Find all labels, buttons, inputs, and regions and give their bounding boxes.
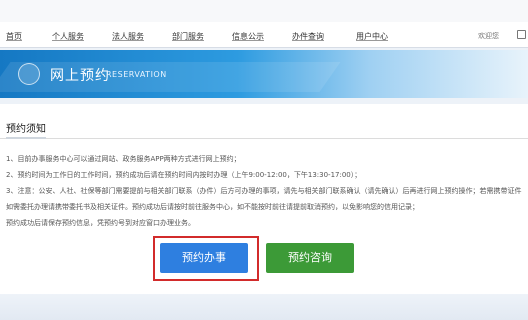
nav-item-legal[interactable]: 法人服务: [112, 31, 144, 42]
nav-item-home[interactable]: 首页: [6, 31, 22, 42]
nav-item-user-center[interactable]: 用户中心: [356, 31, 388, 42]
notice-line-2: 2、预约时间为工作日的工作时间，预约成功后请在预约时间内按时办理（上午9:00-…: [6, 171, 362, 179]
nav-item-query[interactable]: 办件查询: [292, 31, 324, 42]
notice-line-3: 3、注意：公安、人社、社保等部门需要提前与相关部门联系（办件）后方可办理的事项，…: [6, 187, 522, 195]
notice-line-5: 预约成功后请保存预约信息，凭预约号到对应窗口办理业务。: [6, 219, 195, 227]
main-nav: 首页 个人服务 法人服务 部门服务 信息公示 办件查询 用户中心 欢迎您: [0, 22, 528, 48]
banner-title: 网上预约: [50, 68, 110, 84]
highlight-box: [153, 236, 259, 281]
book-consult-button[interactable]: 预约咨询: [266, 243, 354, 273]
notice-line-4: 如需委托办理请携带委托书及相关证件。预约成功后请按时前往服务中心，如不能按时前往…: [6, 203, 419, 211]
section-divider: [0, 138, 528, 139]
welcome-text: 欢迎您: [478, 32, 499, 40]
section-title-underline: [6, 137, 46, 139]
nav-item-department[interactable]: 部门服务: [172, 31, 204, 42]
page-footer: [0, 294, 528, 320]
top-bar: [0, 0, 528, 22]
section-title: 预约须知: [6, 124, 46, 135]
nav-item-public[interactable]: 信息公示: [232, 31, 264, 42]
banner-subtitle: RESERVATION: [106, 70, 167, 79]
user-icon[interactable]: [517, 30, 526, 39]
notice-line-1: 1、目前办事服务中心可以通过网站、政务服务APP两种方式进行网上预约；: [6, 155, 241, 163]
content-panel: 预约须知 1、目前办事服务中心可以通过网站、政务服务APP两种方式进行网上预约；…: [0, 104, 528, 294]
calendar-icon: [18, 63, 40, 85]
nav-item-personal[interactable]: 个人服务: [52, 31, 84, 42]
page-banner: 网上预约 RESERVATION: [0, 50, 528, 98]
